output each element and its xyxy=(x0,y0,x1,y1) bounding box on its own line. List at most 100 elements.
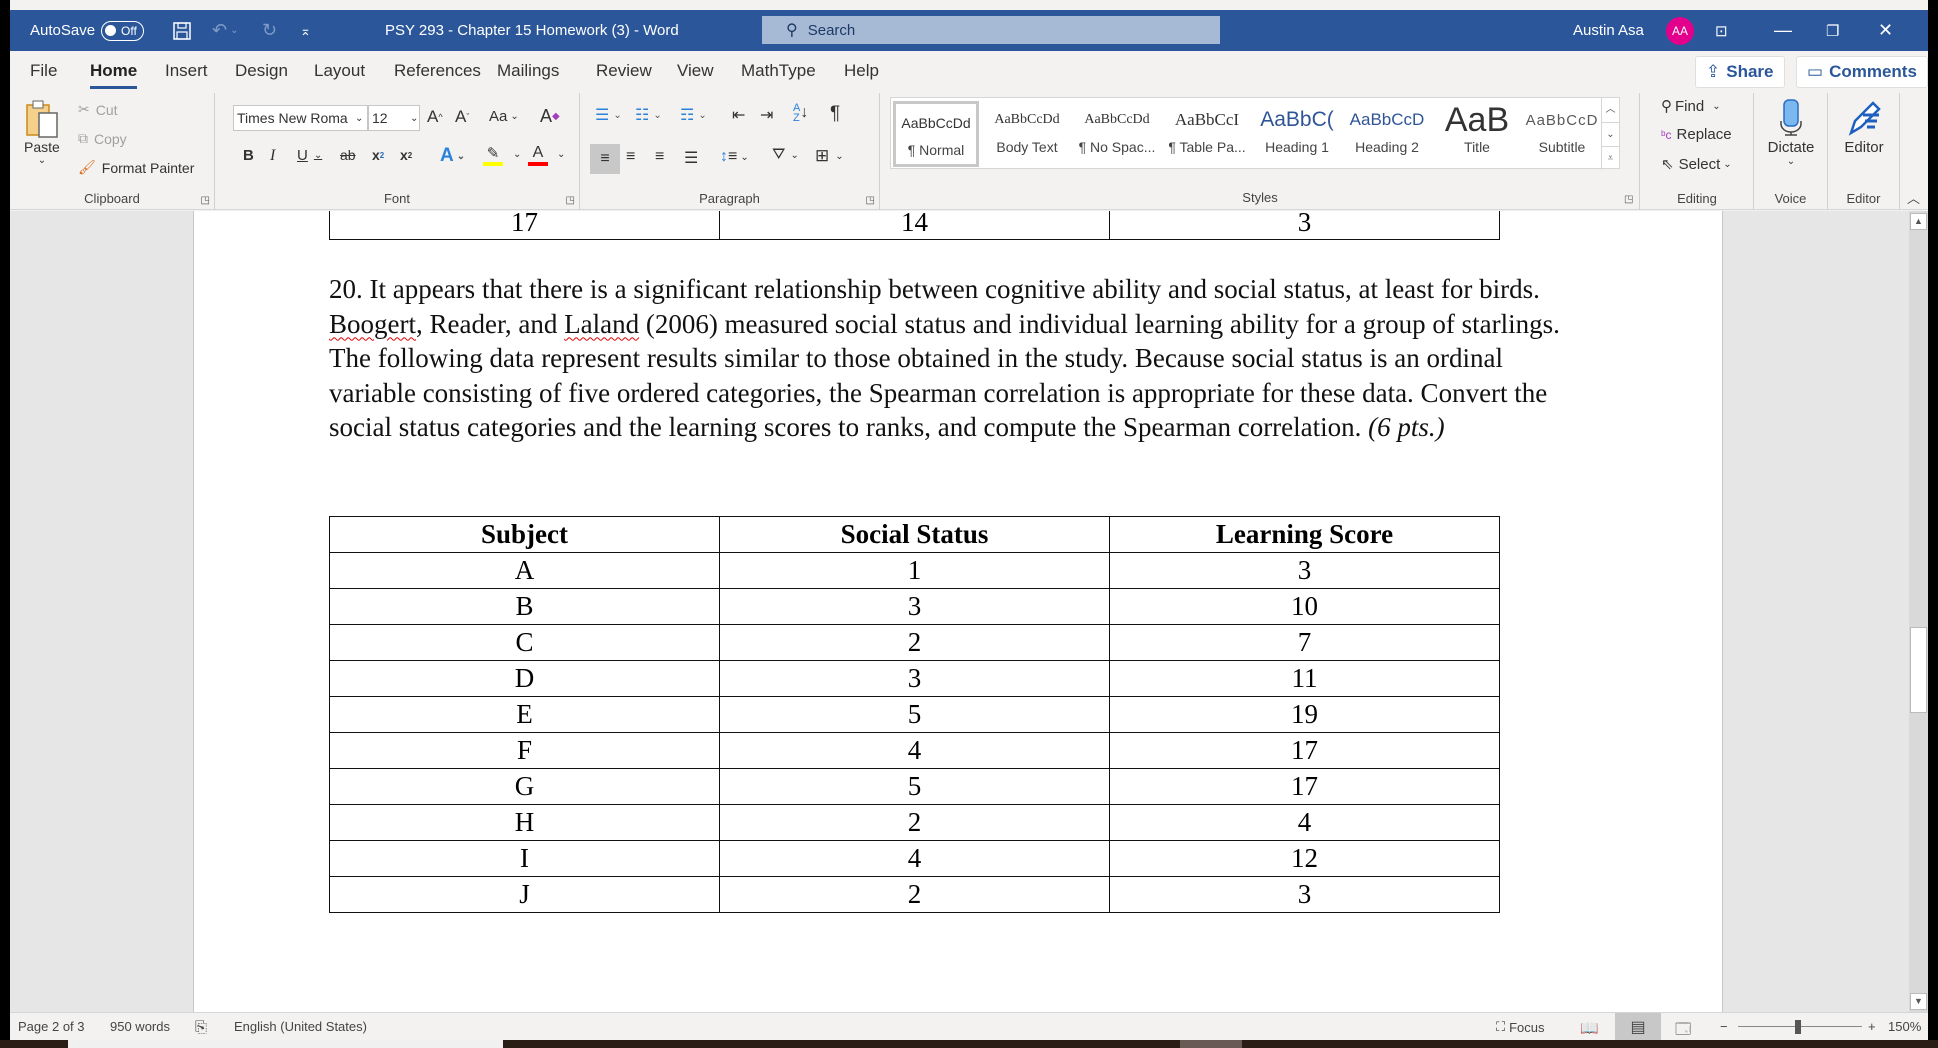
language[interactable]: English (United States) xyxy=(234,1019,367,1034)
tab-home[interactable]: Home xyxy=(90,61,138,89)
align-center-button[interactable]: ≡ xyxy=(626,148,635,166)
read-mode-icon[interactable]: 📖 xyxy=(1580,1019,1599,1037)
zoom-out-button[interactable]: − xyxy=(1720,1019,1728,1034)
tab-mathtype[interactable]: MathType xyxy=(741,61,816,81)
superscript-button[interactable]: x2 xyxy=(400,147,412,163)
font-color-icon[interactable]: A xyxy=(528,144,548,166)
undo-icon[interactable]: ↶ ⌄ xyxy=(212,10,238,51)
zoom-in-button[interactable]: + xyxy=(1868,1019,1876,1034)
style-heading-2[interactable]: AaBbCcD Heading 2 xyxy=(1343,101,1431,167)
style-title[interactable]: AaB Title xyxy=(1433,101,1521,167)
multilevel-list-icon[interactable]: ☶ ⌄ xyxy=(680,105,707,125)
proofing-icon[interactable]: ⎘ xyxy=(195,1019,207,1036)
minimize-button[interactable]: — xyxy=(1774,10,1820,51)
shrink-font-icon[interactable]: Aˇ xyxy=(455,107,469,127)
editor-button[interactable]: Editor xyxy=(1836,99,1892,156)
align-right-button[interactable]: ≡ xyxy=(655,148,664,166)
paste-button[interactable]: Paste ⌄ xyxy=(24,99,60,166)
styles-scroll-down[interactable]: ⌄ xyxy=(1601,122,1619,146)
bold-button[interactable]: B xyxy=(243,147,254,164)
find-button[interactable]: ⚲ Find ⌄ xyxy=(1661,97,1721,116)
share-button[interactable]: ⇪ Share xyxy=(1695,56,1785,88)
subscript-button[interactable]: x2 xyxy=(372,147,384,163)
tab-review[interactable]: Review xyxy=(596,61,652,81)
sort-icon[interactable]: A Z ↓ xyxy=(793,103,808,124)
font-name-dropdown[interactable]: Times New Roma ⌄ xyxy=(233,105,368,131)
strikethrough-button[interactable]: ab xyxy=(340,147,356,163)
font-launcher-icon[interactable]: ◳ xyxy=(566,195,575,206)
format-painter-button[interactable]: 🖌 Format Painter xyxy=(78,159,194,176)
comments-button[interactable]: ▭ Comments xyxy=(1796,56,1928,88)
font-size-dropdown[interactable]: 12 ⌄ xyxy=(368,105,420,131)
tab-design[interactable]: Design xyxy=(235,61,288,81)
close-button[interactable]: ✕ xyxy=(1878,10,1924,51)
collapse-ribbon-icon[interactable]: ︿ xyxy=(1907,188,1920,207)
zoom-level[interactable]: 150% xyxy=(1888,1019,1921,1034)
justify-button[interactable]: ☰ xyxy=(684,148,698,168)
clear-formatting-icon[interactable]: A ◆ xyxy=(540,106,560,127)
scroll-thumb[interactable] xyxy=(1910,627,1927,713)
paragraph-launcher-icon[interactable]: ◳ xyxy=(866,195,875,206)
highlight-dropdown[interactable]: ⌄ xyxy=(513,149,521,160)
scroll-down-arrow[interactable]: ▼ xyxy=(1910,993,1927,1010)
styles-more[interactable]: ⩡ xyxy=(1601,146,1619,170)
taskbar-item[interactable] xyxy=(1180,1040,1242,1048)
style-no-spacing[interactable]: AaBbCcDd ¶ No Spac... xyxy=(1073,101,1161,167)
save-icon[interactable] xyxy=(172,10,192,51)
tab-insert[interactable]: Insert xyxy=(165,61,208,81)
tab-help[interactable]: Help xyxy=(844,61,879,81)
user-name[interactable]: Austin Asa xyxy=(1573,10,1644,51)
dictate-button[interactable]: Dictate ⌄ xyxy=(1762,99,1820,167)
document-page[interactable]: 17 14 3 20. It appears that there is a s… xyxy=(193,211,1723,1012)
decrease-indent-icon[interactable]: ⇤ xyxy=(732,105,745,125)
align-left-button[interactable]: ≡ xyxy=(590,144,620,174)
zoom-slider-thumb[interactable] xyxy=(1795,1020,1801,1034)
style-subtitle[interactable]: AaBbCcD Subtitle xyxy=(1523,101,1601,167)
text-effects-icon[interactable]: A ⌄ xyxy=(440,145,465,167)
search-input[interactable]: ⚲ Search xyxy=(762,16,1220,44)
redo-icon[interactable]: ↻ xyxy=(262,10,277,51)
tab-layout[interactable]: Layout xyxy=(314,61,365,81)
font-color-dropdown[interactable]: ⌄ xyxy=(557,149,565,160)
copy-button[interactable]: ⧉ Copy xyxy=(78,130,127,147)
increase-indent-icon[interactable]: ⇥ xyxy=(760,105,773,125)
customize-qat-icon[interactable]: ⌅ xyxy=(300,10,311,51)
line-spacing-icon[interactable]: ↕ ≡ ⌄ xyxy=(720,148,749,166)
avatar[interactable]: AA xyxy=(1666,16,1694,45)
select-button[interactable]: ⇖ Select ⌄ xyxy=(1661,155,1732,174)
style-body-text[interactable]: AaBbCcDd Body Text xyxy=(983,101,1071,167)
style-table-paragraph[interactable]: AaBbCcI ¶ Table Pa... xyxy=(1163,101,1251,167)
replace-button[interactable]: ᵇc Replace xyxy=(1661,126,1732,143)
borders-icon[interactable]: ⊞ ⌄ xyxy=(815,146,844,166)
tab-view[interactable]: View xyxy=(677,61,714,81)
show-formatting-icon[interactable]: ¶ xyxy=(830,103,840,125)
change-case-button[interactable]: Aa ⌄ xyxy=(489,108,519,125)
autosave-toggle[interactable]: Off xyxy=(101,20,144,41)
restore-button[interactable]: ❐ xyxy=(1826,10,1872,51)
style-heading-1[interactable]: AaBbC(Heading 1 xyxy=(1253,101,1341,167)
style-normal[interactable]: AaBbCcDd ¶ Normal xyxy=(893,101,979,167)
styles-scroll-up[interactable]: ︿ xyxy=(1601,98,1619,122)
page-count[interactable]: Page 2 of 3 xyxy=(18,1019,85,1034)
tab-mailings[interactable]: Mailings xyxy=(497,61,559,81)
scroll-up-arrow[interactable]: ▲ xyxy=(1910,213,1927,230)
autosave[interactable]: AutoSave Off xyxy=(30,10,144,51)
word-count[interactable]: 950 words xyxy=(110,1019,170,1034)
underline-button[interactable]: U ⌄ xyxy=(297,147,322,164)
taskbar-item[interactable] xyxy=(68,1040,503,1048)
styles-launcher-icon[interactable]: ◳ xyxy=(1624,194,1633,205)
cut-button[interactable]: ✂ Cut xyxy=(78,101,118,118)
tab-file[interactable]: File xyxy=(30,61,57,81)
grow-font-icon[interactable]: A ^ xyxy=(427,107,443,127)
shading-icon[interactable]: ⛛ ⌄ xyxy=(772,146,799,164)
bullets-icon[interactable]: ☰ ⌄ xyxy=(595,105,622,125)
vertical-scrollbar[interactable]: ▲ ▼ xyxy=(1909,211,1928,1012)
tab-references[interactable]: References xyxy=(394,61,481,81)
numbering-icon[interactable]: ☷ ⌄ xyxy=(635,105,662,125)
clipboard-launcher-icon[interactable]: ◳ xyxy=(201,195,210,206)
web-layout-icon[interactable]: 🗔 xyxy=(1675,1019,1691,1040)
highlight-color-icon[interactable]: ✎ xyxy=(483,144,503,166)
italic-button[interactable]: I xyxy=(270,147,275,165)
ribbon-display-options-icon[interactable]: ⊡ xyxy=(1715,10,1761,51)
print-layout-icon[interactable]: ▤ xyxy=(1615,1013,1661,1040)
